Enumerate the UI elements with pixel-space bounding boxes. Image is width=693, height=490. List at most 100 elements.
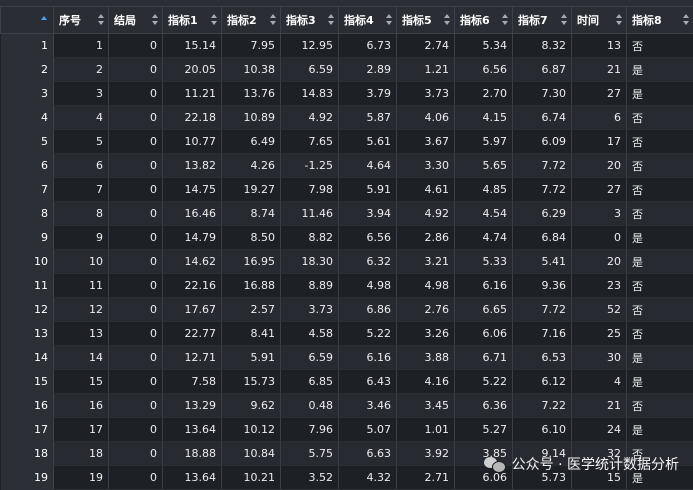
table-cell[interactable]: 17.67 <box>163 298 222 322</box>
table-cell[interactable]: 5.34 <box>455 34 513 58</box>
table-cell[interactable]: 2.71 <box>397 466 455 490</box>
table-cell[interactable]: 27 <box>572 178 627 202</box>
table-cell[interactable]: 16 <box>54 394 109 418</box>
table-cell[interactable]: 2 <box>54 58 109 82</box>
table-row[interactable]: 1919013.6410.213.524.322.716.065.7315是 <box>1 466 693 490</box>
table-cell[interactable]: 10.89 <box>222 106 281 130</box>
table-cell[interactable]: 6.43 <box>339 370 397 394</box>
table-cell[interactable]: 5.07 <box>339 418 397 442</box>
table-cell[interactable]: 3 <box>572 202 627 226</box>
table-cell[interactable]: 是 <box>627 346 693 370</box>
table-cell[interactable]: 7.95 <box>222 34 281 58</box>
sort-icon[interactable] <box>561 14 567 26</box>
sort-icon[interactable] <box>386 14 392 26</box>
table-cell[interactable]: 18.30 <box>281 250 339 274</box>
table-cell[interactable]: 0 <box>109 442 163 466</box>
table-cell[interactable]: 10.38 <box>222 58 281 82</box>
table-row[interactable]: 22020.0510.386.592.891.216.566.8721是 <box>1 58 693 82</box>
table-cell[interactable]: 6 <box>54 154 109 178</box>
table-cell[interactable]: 32 <box>572 442 627 466</box>
table-cell[interactable]: 52 <box>572 298 627 322</box>
table-cell[interactable]: 6.85 <box>281 370 339 394</box>
table-cell[interactable]: 1 <box>54 34 109 58</box>
table-cell[interactable]: 11.21 <box>163 82 222 106</box>
table-cell[interactable]: 16.95 <box>222 250 281 274</box>
table-cell[interactable]: 7.72 <box>513 154 572 178</box>
table-cell[interactable]: 7.30 <box>513 82 572 106</box>
column-header-indicator7[interactable]: 指标7 <box>513 7 572 34</box>
sort-icon[interactable] <box>98 14 104 26</box>
table-cell[interactable]: 6.32 <box>339 250 397 274</box>
table-cell[interactable]: 12 <box>54 298 109 322</box>
table-cell[interactable]: 3.46 <box>339 394 397 418</box>
table-cell[interactable]: 9.62 <box>222 394 281 418</box>
table-cell[interactable]: 17 <box>572 130 627 154</box>
table-cell[interactable]: 13.64 <box>163 466 222 490</box>
sort-icon[interactable] <box>616 14 622 26</box>
table-row[interactable]: 1010014.6216.9518.306.323.215.335.4120是 <box>1 250 693 274</box>
table-cell[interactable]: 6.59 <box>281 58 339 82</box>
sort-icon[interactable] <box>502 14 508 26</box>
table-cell[interactable]: 是 <box>627 418 693 442</box>
table-row[interactable]: 1818018.8810.845.756.633.923.859.1432否 <box>1 442 693 466</box>
table-cell[interactable]: 0 <box>109 250 163 274</box>
column-header-indicator3[interactable]: 指标3 <box>281 7 339 34</box>
table-cell[interactable]: 0 <box>572 226 627 250</box>
table-cell[interactable]: 4 <box>572 370 627 394</box>
table-row[interactable]: 44022.1810.894.925.874.064.156.746否 <box>1 106 693 130</box>
table-cell[interactable]: 2.76 <box>397 298 455 322</box>
table-cell[interactable]: 否 <box>627 154 693 178</box>
table-cell[interactable]: 3.79 <box>339 82 397 106</box>
table-cell[interactable]: 是 <box>627 82 693 106</box>
table-cell[interactable]: 7.58 <box>163 370 222 394</box>
table-cell[interactable]: 否 <box>627 178 693 202</box>
table-cell[interactable]: 6.56 <box>339 226 397 250</box>
table-cell[interactable]: 5.91 <box>222 346 281 370</box>
table-cell[interactable]: 6.49 <box>222 130 281 154</box>
table-cell[interactable]: 5.22 <box>339 322 397 346</box>
table-cell[interactable]: 3.45 <box>397 394 455 418</box>
table-cell[interactable]: 9.36 <box>513 274 572 298</box>
table-cell[interactable]: 5.87 <box>339 106 397 130</box>
column-header-time[interactable]: 时间 <box>572 7 627 34</box>
table-cell[interactable]: 3.73 <box>281 298 339 322</box>
table-row[interactable]: 77014.7519.277.985.914.614.857.7227否 <box>1 178 693 202</box>
table-cell[interactable]: 4.64 <box>339 154 397 178</box>
table-cell[interactable]: 7.72 <box>513 178 572 202</box>
table-cell[interactable]: 13.29 <box>163 394 222 418</box>
table-cell[interactable]: 0 <box>109 178 163 202</box>
table-cell[interactable]: 5.65 <box>455 154 513 178</box>
table-cell[interactable]: 0 <box>109 154 163 178</box>
table-cell[interactable]: 8.89 <box>281 274 339 298</box>
table-cell[interactable]: 0 <box>109 322 163 346</box>
column-header-indicator8[interactable]: 指标8 <box>627 7 693 34</box>
table-cell[interactable]: 7.98 <box>281 178 339 202</box>
sort-icon[interactable] <box>683 14 689 26</box>
table-cell[interactable]: 6.59 <box>281 346 339 370</box>
table-row[interactable]: 151507.5815.736.856.434.165.226.124是 <box>1 370 693 394</box>
table-cell[interactable]: 6.71 <box>455 346 513 370</box>
table-cell[interactable]: 8.50 <box>222 226 281 250</box>
table-cell[interactable]: 3.30 <box>397 154 455 178</box>
table-cell[interactable]: 5.27 <box>455 418 513 442</box>
table-row[interactable]: 1414012.715.916.596.163.886.716.5330是 <box>1 346 693 370</box>
table-cell[interactable]: 18 <box>54 442 109 466</box>
table-cell[interactable]: 3 <box>54 82 109 106</box>
table-cell[interactable]: 22.16 <box>163 274 222 298</box>
table-cell[interactable]: 2.70 <box>455 82 513 106</box>
table-row[interactable]: 33011.2113.7614.833.793.732.707.3027是 <box>1 82 693 106</box>
table-cell[interactable]: 6.65 <box>455 298 513 322</box>
sort-icon[interactable] <box>270 14 276 26</box>
table-cell[interactable]: 9 <box>54 226 109 250</box>
table-cell[interactable]: 0 <box>109 58 163 82</box>
table-cell[interactable]: 否 <box>627 298 693 322</box>
sort-icon[interactable] <box>328 14 334 26</box>
table-cell[interactable]: 7 <box>54 178 109 202</box>
table-cell[interactable]: 16.88 <box>222 274 281 298</box>
table-cell[interactable]: 2.89 <box>339 58 397 82</box>
sort-icon[interactable] <box>211 14 217 26</box>
table-cell[interactable]: 21 <box>572 58 627 82</box>
table-cell[interactable]: 6 <box>572 106 627 130</box>
table-cell[interactable]: 0 <box>109 82 163 106</box>
table-cell[interactable]: 25 <box>572 322 627 346</box>
